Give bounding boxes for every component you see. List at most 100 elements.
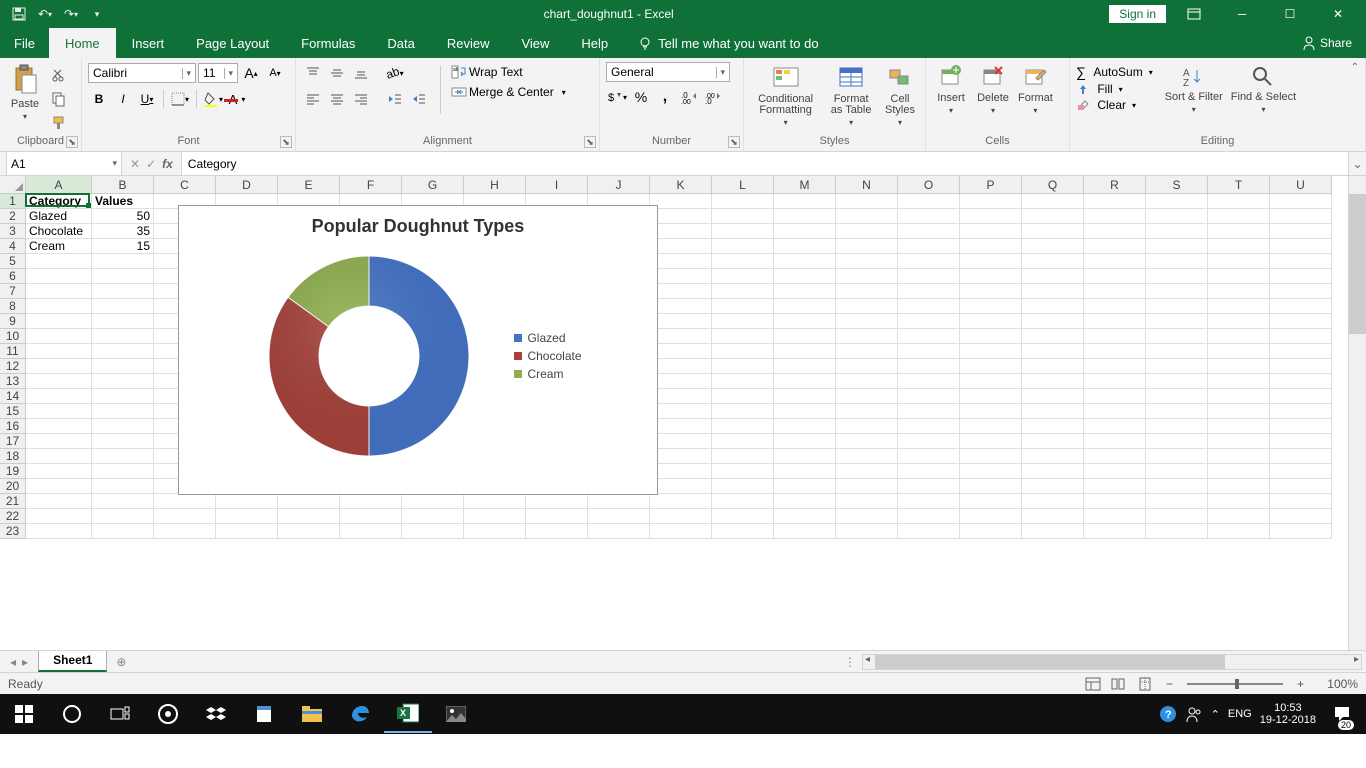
tab-data[interactable]: Data bbox=[371, 28, 430, 58]
cell[interactable] bbox=[1208, 434, 1270, 449]
cell[interactable] bbox=[92, 344, 154, 359]
cell[interactable] bbox=[712, 509, 774, 524]
tab-page-layout[interactable]: Page Layout bbox=[180, 28, 285, 58]
cell[interactable] bbox=[712, 359, 774, 374]
cell[interactable] bbox=[26, 374, 92, 389]
cell[interactable] bbox=[1146, 209, 1208, 224]
cell[interactable] bbox=[1208, 224, 1270, 239]
cell[interactable] bbox=[712, 224, 774, 239]
cell[interactable] bbox=[650, 404, 712, 419]
cell[interactable] bbox=[774, 284, 836, 299]
cell[interactable] bbox=[1084, 224, 1146, 239]
cell[interactable] bbox=[774, 344, 836, 359]
cell[interactable] bbox=[92, 404, 154, 419]
cell[interactable] bbox=[774, 314, 836, 329]
cell[interactable] bbox=[526, 509, 588, 524]
cell[interactable] bbox=[1084, 494, 1146, 509]
tab-help[interactable]: Help bbox=[565, 28, 624, 58]
cell[interactable] bbox=[712, 479, 774, 494]
accounting-format-icon[interactable]: $▾ bbox=[606, 86, 628, 108]
cell[interactable] bbox=[1270, 434, 1332, 449]
cell[interactable] bbox=[1146, 374, 1208, 389]
cell[interactable] bbox=[898, 269, 960, 284]
cell[interactable] bbox=[712, 344, 774, 359]
cell[interactable]: Glazed bbox=[26, 209, 92, 224]
cell[interactable] bbox=[92, 479, 154, 494]
cell[interactable] bbox=[898, 284, 960, 299]
col-header[interactable]: M bbox=[774, 176, 836, 194]
cell[interactable] bbox=[92, 299, 154, 314]
cell[interactable] bbox=[774, 434, 836, 449]
cell[interactable] bbox=[650, 344, 712, 359]
copy-icon[interactable] bbox=[48, 88, 70, 110]
cell[interactable] bbox=[1208, 524, 1270, 539]
share-button[interactable]: Share bbox=[1302, 28, 1366, 58]
ribbon-options-icon[interactable] bbox=[1174, 0, 1214, 28]
increase-decimal-icon[interactable]: .0.00 bbox=[678, 86, 700, 108]
cell[interactable] bbox=[898, 434, 960, 449]
cell[interactable] bbox=[1146, 344, 1208, 359]
cell[interactable] bbox=[1146, 269, 1208, 284]
cell[interactable] bbox=[774, 374, 836, 389]
format-painter-icon[interactable] bbox=[48, 112, 70, 134]
cell[interactable] bbox=[26, 464, 92, 479]
cell[interactable] bbox=[836, 269, 898, 284]
cell[interactable] bbox=[898, 224, 960, 239]
col-header[interactable]: E bbox=[278, 176, 340, 194]
cell[interactable] bbox=[1270, 344, 1332, 359]
cell[interactable] bbox=[588, 509, 650, 524]
cell[interactable] bbox=[526, 524, 588, 539]
vertical-scrollbar[interactable] bbox=[1348, 176, 1366, 650]
app-edge-icon[interactable] bbox=[336, 694, 384, 734]
col-header[interactable]: O bbox=[898, 176, 960, 194]
cell[interactable] bbox=[464, 524, 526, 539]
cell[interactable] bbox=[650, 299, 712, 314]
cell[interactable] bbox=[1208, 509, 1270, 524]
row-header[interactable]: 16 bbox=[0, 419, 26, 434]
cell[interactable] bbox=[464, 509, 526, 524]
cell[interactable] bbox=[650, 509, 712, 524]
increase-indent-icon[interactable] bbox=[408, 88, 430, 110]
cell[interactable] bbox=[1270, 419, 1332, 434]
cell[interactable] bbox=[1084, 239, 1146, 254]
cell[interactable] bbox=[1084, 479, 1146, 494]
cell[interactable] bbox=[1270, 479, 1332, 494]
name-box[interactable]: A1▾ bbox=[6, 152, 122, 175]
new-sheet-icon[interactable]: ⊕ bbox=[107, 651, 135, 672]
cell[interactable] bbox=[92, 359, 154, 374]
cell[interactable] bbox=[26, 509, 92, 524]
number-launcher-icon[interactable]: ⬊ bbox=[728, 136, 740, 148]
cell[interactable] bbox=[1270, 299, 1332, 314]
cell[interactable] bbox=[1084, 344, 1146, 359]
cell[interactable] bbox=[1208, 359, 1270, 374]
row-header[interactable]: 7 bbox=[0, 284, 26, 299]
cell[interactable] bbox=[26, 389, 92, 404]
cell[interactable] bbox=[650, 329, 712, 344]
col-header[interactable]: B bbox=[92, 176, 154, 194]
cell[interactable] bbox=[588, 524, 650, 539]
decrease-indent-icon[interactable] bbox=[384, 88, 406, 110]
row-header[interactable]: 2 bbox=[0, 209, 26, 224]
start-icon[interactable] bbox=[0, 694, 48, 734]
enter-formula-icon[interactable]: ✓ bbox=[146, 157, 156, 171]
cell[interactable] bbox=[898, 509, 960, 524]
cell[interactable] bbox=[1208, 269, 1270, 284]
cell[interactable] bbox=[26, 449, 92, 464]
cell[interactable] bbox=[1084, 269, 1146, 284]
align-top-icon[interactable] bbox=[302, 62, 324, 84]
cell[interactable] bbox=[712, 464, 774, 479]
cell[interactable] bbox=[1270, 269, 1332, 284]
cell-styles-button[interactable]: Cell Styles▾ bbox=[881, 62, 919, 129]
cell[interactable] bbox=[1270, 314, 1332, 329]
alignment-launcher-icon[interactable]: ⬊ bbox=[584, 136, 596, 148]
cell[interactable] bbox=[712, 329, 774, 344]
cancel-formula-icon[interactable]: ✕ bbox=[130, 157, 140, 171]
format-cells-button[interactable]: Format▾ bbox=[1016, 62, 1055, 117]
cell[interactable] bbox=[26, 479, 92, 494]
cell[interactable] bbox=[712, 314, 774, 329]
cell[interactable] bbox=[1270, 404, 1332, 419]
cortana-icon[interactable] bbox=[48, 694, 96, 734]
cell[interactable] bbox=[92, 374, 154, 389]
cell[interactable] bbox=[402, 524, 464, 539]
cell[interactable] bbox=[216, 524, 278, 539]
